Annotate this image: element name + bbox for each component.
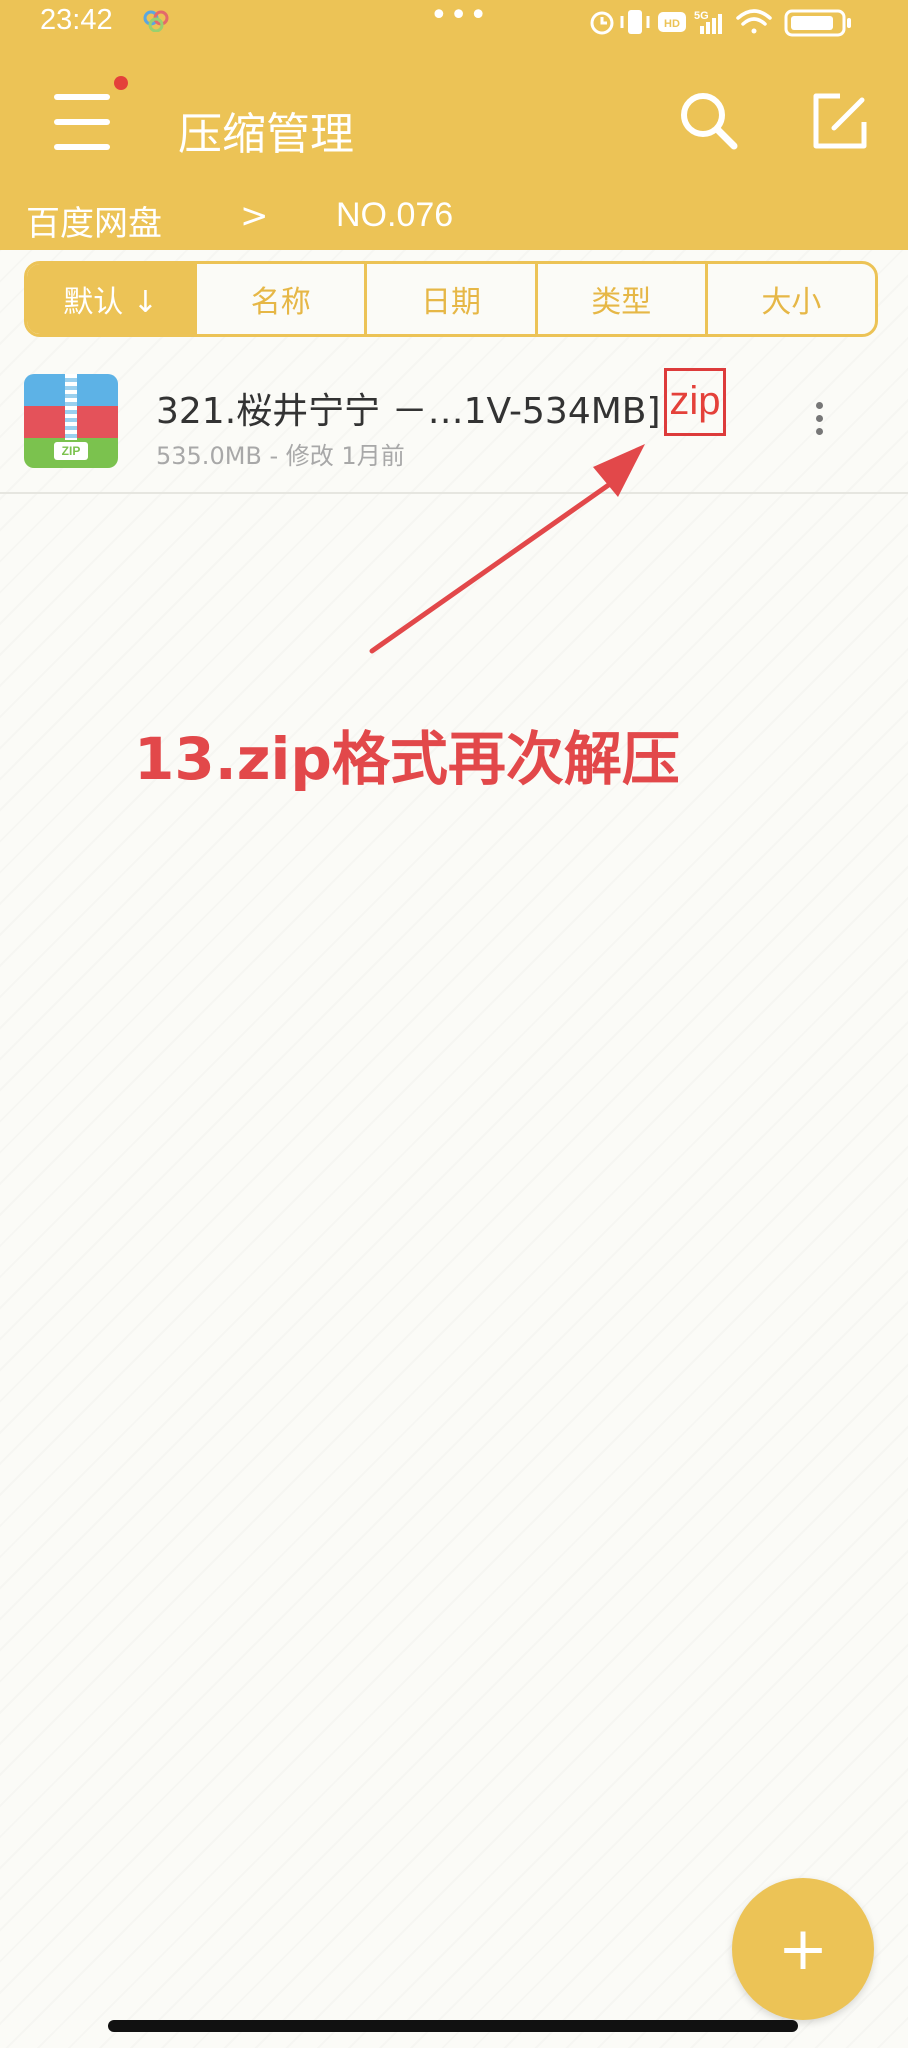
plus-icon: + [777, 1914, 829, 1984]
annotation-text: 13.zip格式再次解压 [134, 725, 680, 793]
home-indicator[interactable] [108, 2020, 798, 2032]
add-button[interactable]: + [732, 1878, 874, 2020]
annotation-arrow [369, 444, 645, 654]
